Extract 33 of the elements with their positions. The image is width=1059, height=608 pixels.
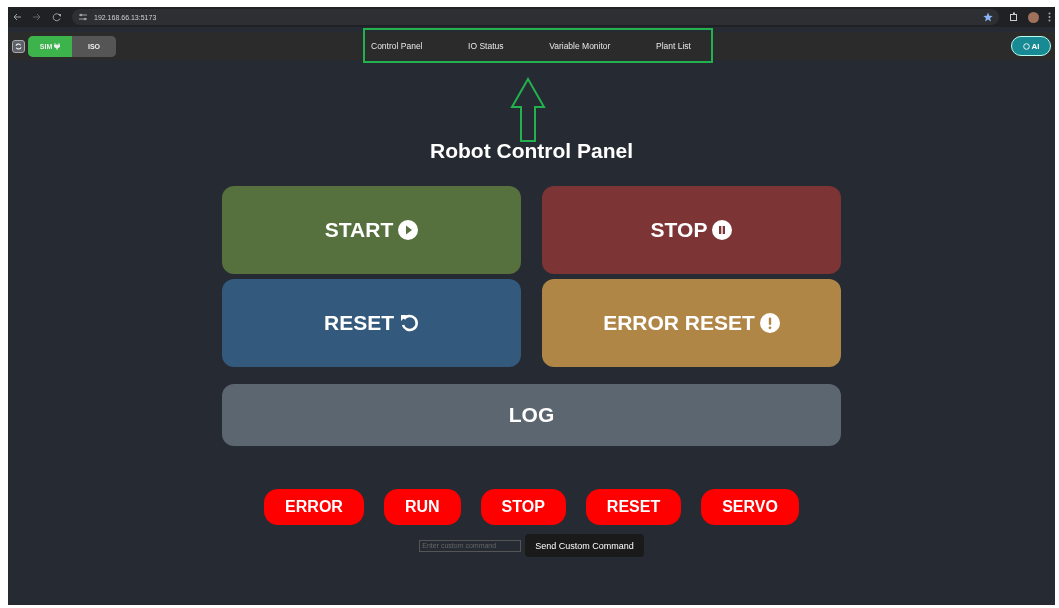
- undo-icon: [399, 313, 419, 333]
- ai-icon: [1022, 42, 1030, 50]
- nav-link[interactable]: Control Panel: [371, 41, 423, 51]
- alert-icon: [759, 313, 780, 333]
- control-button[interactable]: STOP: [542, 186, 841, 274]
- command-button[interactable]: RUN: [383, 489, 461, 525]
- up-arrow-annotation: [510, 77, 546, 143]
- command-button[interactable]: SERVO: [701, 489, 799, 525]
- ai-button[interactable]: AI: [1011, 36, 1051, 56]
- play-icon: [398, 220, 419, 240]
- extensions-icon[interactable]: [1009, 12, 1019, 22]
- control-button[interactable]: RESET: [222, 279, 521, 367]
- pause-icon: [712, 220, 733, 240]
- plug-icon: [54, 42, 61, 50]
- command-button[interactable]: STOP: [480, 489, 566, 525]
- log-button[interactable]: LOG: [222, 384, 841, 446]
- send-command-button[interactable]: Send Custom Command: [525, 534, 644, 557]
- profile-avatar[interactable]: [1028, 11, 1039, 23]
- reload-icon[interactable]: [52, 12, 62, 22]
- forward-icon[interactable]: [32, 12, 42, 22]
- refresh-icon[interactable]: [12, 39, 25, 53]
- nav-link[interactable]: Variable Monitor: [549, 41, 611, 51]
- control-button[interactable]: START: [222, 186, 521, 274]
- site-settings-icon[interactable]: [78, 12, 88, 22]
- star-icon[interactable]: [983, 12, 993, 22]
- control-button[interactable]: ERROR RESET: [542, 279, 841, 367]
- page-title: Robot Control Panel: [430, 139, 633, 163]
- menu-icon[interactable]: [1048, 12, 1051, 22]
- nav-link[interactable]: Plant List: [656, 41, 691, 51]
- command-button[interactable]: RESET: [585, 489, 682, 525]
- command-button[interactable]: ERROR: [264, 489, 364, 525]
- nav-link[interactable]: IO Status: [468, 41, 504, 51]
- back-icon[interactable]: [12, 12, 22, 22]
